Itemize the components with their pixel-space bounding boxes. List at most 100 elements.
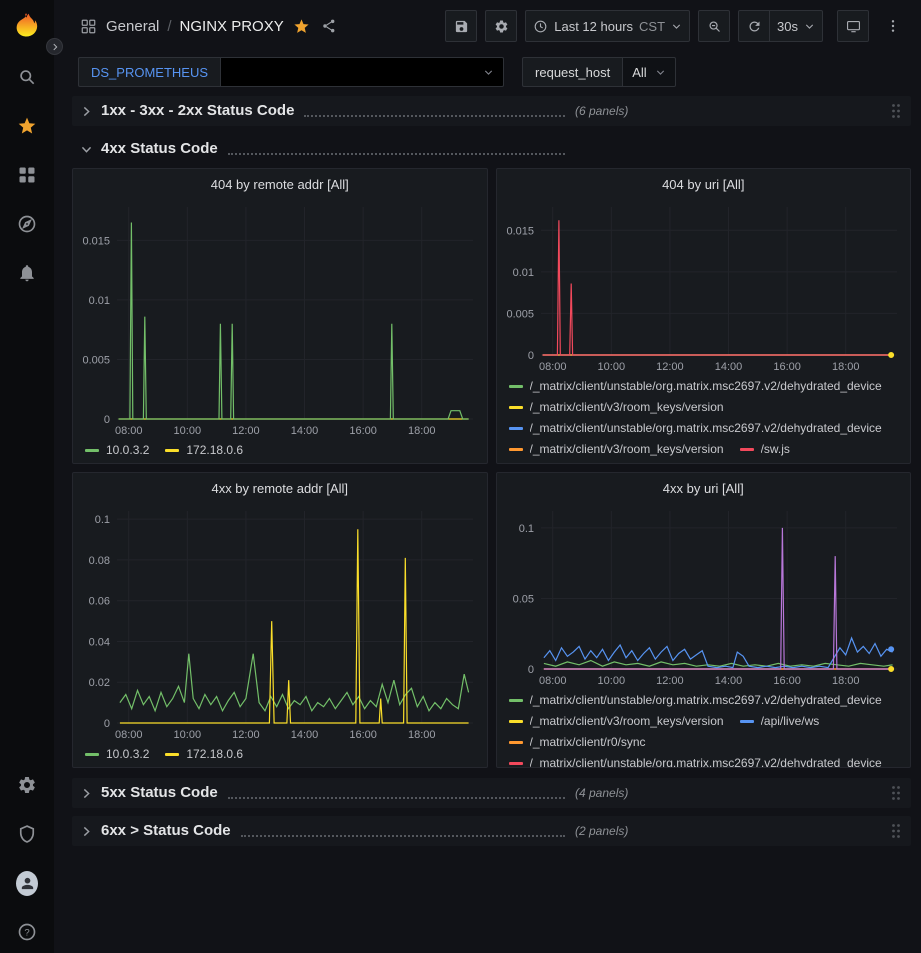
sidebar-expand-button[interactable]	[46, 38, 63, 55]
favorite-star-button[interactable]	[293, 18, 310, 35]
refresh-interval-picker[interactable]: 30s	[770, 10, 823, 42]
chevron-down-icon	[804, 21, 815, 32]
share-dashboard-button[interactable]	[321, 18, 337, 34]
y-axis-label: 0.015	[82, 235, 110, 247]
save-dashboard-button[interactable]	[445, 10, 477, 42]
legend-item[interactable]: 172.18.0.6	[165, 440, 243, 461]
more-options-button[interactable]	[877, 10, 909, 42]
y-axis-label: 0.05	[512, 593, 533, 605]
dashboard-variables-bar: DS_PROMETHEUS request_host All	[54, 52, 921, 90]
row-title: 5xx Status Code	[101, 783, 218, 803]
panel-title[interactable]: 4xx by remote addr [All]	[73, 473, 487, 503]
sidebar-item-help[interactable]: ?	[16, 921, 38, 943]
clock-icon	[533, 19, 548, 34]
legend-item[interactable]: /_matrix/client/unstable/org.matrix.msc2…	[509, 376, 882, 397]
panel-title[interactable]: 404 by remote addr [All]	[73, 169, 487, 199]
series-point-marker	[888, 646, 894, 652]
legend-swatch	[509, 385, 523, 388]
timeseries-chart[interactable]: 08:0010:0012:0014:0016:0018:0000.0050.01…	[497, 199, 911, 375]
kebab-vertical-icon	[885, 18, 901, 34]
legend-swatch	[509, 406, 523, 409]
legend-label: 10.0.3.2	[106, 744, 149, 765]
drag-handle-icon[interactable]	[891, 823, 901, 839]
legend-item[interactable]: /_matrix/client/v3/room_keys/version	[509, 711, 724, 732]
legend-label: /_matrix/client/unstable/org.matrix.msc2…	[530, 418, 882, 439]
x-axis-label: 08:00	[538, 675, 566, 687]
drag-handle-icon[interactable]	[891, 785, 901, 801]
refresh-interval-label: 30s	[777, 19, 798, 34]
legend-item[interactable]: /api/live/ws	[740, 711, 820, 732]
drag-handle-icon[interactable]	[891, 103, 901, 119]
sidebar-item-alerting[interactable]	[16, 262, 38, 284]
panel-title[interactable]: 4xx by uri [All]	[497, 473, 911, 503]
x-axis-label: 18:00	[408, 425, 436, 437]
refresh-button[interactable]	[738, 10, 770, 42]
zoom-out-button[interactable]	[698, 10, 730, 42]
breadcrumb-dashboard-title[interactable]: NGINX PROXY	[180, 18, 284, 35]
request-host-variable-picker[interactable]: All	[622, 57, 675, 87]
y-axis-label: 0.01	[512, 267, 533, 279]
datasource-variable-picker[interactable]	[220, 57, 504, 87]
panels-grid: 404 by remote addr [All] 08:0010:0012:00…	[72, 168, 911, 768]
legend-item[interactable]: 172.18.0.6	[165, 744, 243, 765]
sidebar-item-server-admin[interactable]	[16, 823, 38, 845]
legend-item[interactable]: 10.0.3.2	[85, 744, 149, 765]
grafana-app: ? General / NGINX PROXY	[0, 0, 921, 953]
breadcrumb-folder[interactable]: General	[106, 18, 159, 35]
sidebar-item-profile[interactable]	[16, 872, 38, 894]
legend-item[interactable]: 10.0.3.2	[85, 440, 149, 461]
series-line	[543, 661, 892, 667]
legend-item[interactable]: /_matrix/client/v3/room_keys/version	[509, 397, 724, 418]
legend-label: /_matrix/client/r0/sync	[530, 732, 646, 753]
sidebar-item-settings[interactable]	[16, 774, 38, 796]
legend-item[interactable]: /_matrix/client/unstable/org.matrix.msc2…	[509, 753, 882, 767]
svg-text:?: ?	[24, 928, 29, 939]
chevron-right-icon	[80, 105, 93, 118]
sidebar: ?	[0, 0, 54, 953]
datasource-variable: DS_PROMETHEUS	[78, 57, 504, 87]
chart-svg: 08:0010:0012:0014:0016:0018:0000.0050.01…	[73, 199, 487, 439]
dashboard-row-1xx-3xx-2xx[interactable]: 1xx - 3xx - 2xx Status Code (6 panels)	[72, 96, 911, 126]
time-range-picker[interactable]: Last 12 hours CST	[525, 10, 690, 42]
legend-item[interactable]: /_matrix/client/r0/sync	[509, 732, 646, 753]
legend-item[interactable]: /_matrix/client/unstable/org.matrix.msc2…	[509, 690, 882, 711]
x-axis-label: 12:00	[232, 729, 260, 741]
series-line	[119, 223, 469, 420]
dashboard-row-5xx[interactable]: 5xx Status Code (4 panels)	[72, 778, 911, 808]
y-axis-label: 0.04	[89, 636, 110, 648]
y-axis-label: 0.1	[95, 514, 110, 526]
x-axis-label: 10:00	[597, 361, 625, 373]
header-actions: Last 12 hours CST	[445, 10, 909, 42]
dashboard-settings-button[interactable]	[485, 10, 517, 42]
sidebar-item-dashboards[interactable]	[16, 164, 38, 186]
chevron-right-icon	[50, 42, 60, 52]
dashboard-header: General / NGINX PROXY	[54, 0, 921, 52]
legend-label: /_matrix/client/v3/room_keys/version	[530, 711, 724, 732]
legend-item[interactable]: /_matrix/client/unstable/org.matrix.msc2…	[509, 418, 882, 439]
request-host-variable-label: request_host	[522, 57, 622, 87]
x-axis-label: 16:00	[349, 425, 377, 437]
y-axis-label: 0.06	[89, 596, 110, 608]
request-host-variable: request_host All	[522, 57, 676, 87]
legend-label: /_matrix/client/unstable/org.matrix.msc2…	[530, 376, 882, 397]
sidebar-item-starred[interactable]	[16, 115, 38, 137]
sidebar-item-explore[interactable]	[16, 213, 38, 235]
timeseries-chart[interactable]: 08:0010:0012:0014:0016:0018:0000.050.1	[497, 503, 911, 689]
panel-title[interactable]: 404 by uri [All]	[497, 169, 911, 199]
legend-item[interactable]: /_matrix/client/v3/room_keys/version	[509, 439, 724, 460]
timeseries-chart[interactable]: 08:0010:0012:0014:0016:0018:0000.020.040…	[73, 503, 487, 743]
cycle-view-mode-button[interactable]	[837, 10, 869, 42]
legend-item[interactable]: /sw.js	[740, 439, 790, 460]
timeseries-chart[interactable]: 08:0010:0012:0014:0016:0018:0000.0050.01…	[73, 199, 487, 439]
dashboard-row-4xx[interactable]: 4xx Status Code	[72, 134, 911, 164]
sidebar-item-search[interactable]	[16, 66, 38, 88]
dashboard-row-6xx[interactable]: 6xx > Status Code (2 panels)	[72, 816, 911, 846]
request-host-variable-value: All	[632, 65, 646, 80]
legend-swatch	[509, 741, 523, 744]
y-axis-label: 0.005	[506, 308, 534, 320]
bell-icon	[17, 263, 37, 283]
apps-grid-icon	[80, 18, 97, 35]
legend-swatch	[509, 448, 523, 451]
grafana-logo[interactable]	[13, 12, 41, 40]
legend-label: /_matrix/client/unstable/org.matrix.msc2…	[530, 753, 882, 767]
